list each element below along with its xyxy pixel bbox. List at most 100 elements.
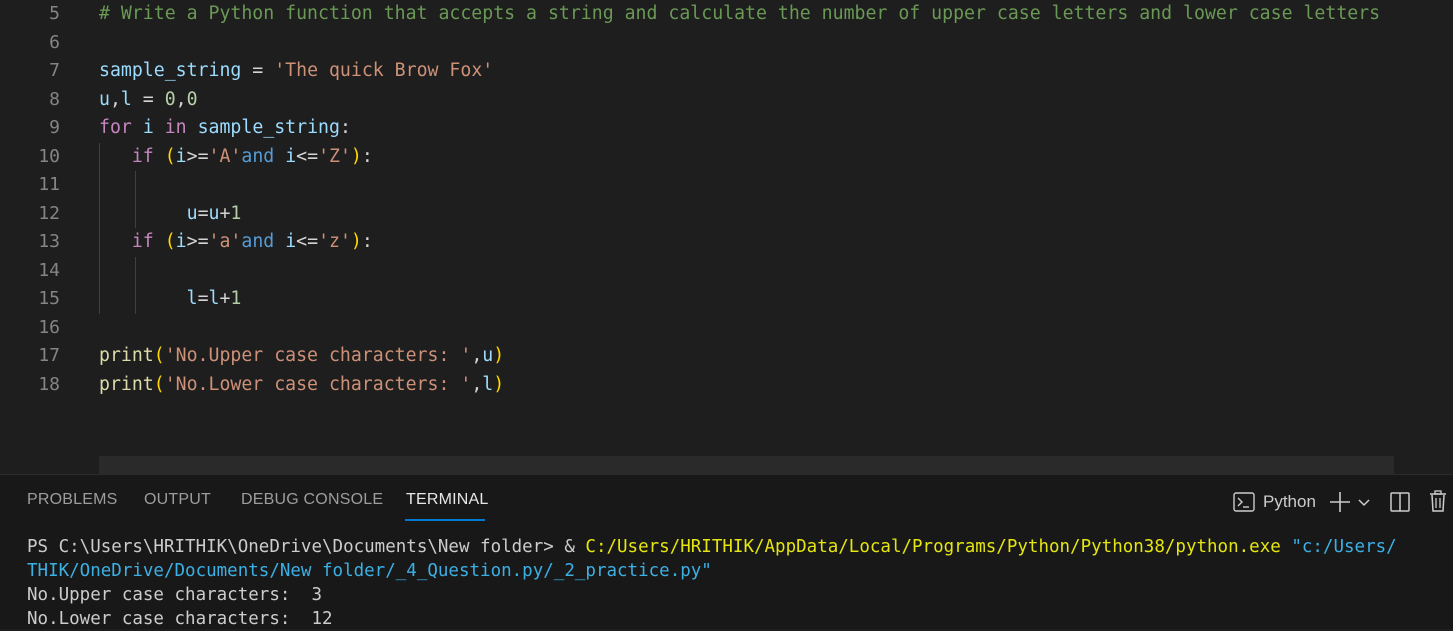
code-token: l	[482, 373, 494, 395]
terminal-python-icon	[1233, 492, 1255, 512]
line-number: 16	[38, 316, 60, 338]
terminal-text: PS C:\Users\HRITHIK\OneDrive\Documents\N…	[27, 537, 586, 557]
tab-output[interactable]: OUTPUT	[144, 491, 211, 509]
line-number: 10	[38, 145, 60, 167]
code-token: =	[197, 202, 209, 224]
tab-problems[interactable]: PROBLEMS	[27, 491, 118, 509]
code-token: i	[175, 145, 187, 167]
code-token: :	[339, 117, 351, 138]
code-text: if (i>='a'and i<='z'):	[99, 228, 373, 256]
code-line[interactable]: 17 print('No.Upper case characters: ',u)	[0, 342, 1453, 370]
chevron-down-icon[interactable]	[1358, 499, 1370, 507]
tab-terminal[interactable]: TERMINAL	[406, 491, 489, 509]
code-token: +	[219, 288, 231, 309]
terminal-profile-button[interactable]: Python	[1232, 489, 1318, 517]
code-token: )	[350, 231, 362, 252]
code-token: 'No.Upper case characters: '	[164, 345, 472, 366]
code-token: +	[219, 202, 231, 224]
code-text: # Write a Python function that accepts a…	[99, 0, 1380, 28]
code-text: if (i>='A'and i<='Z'):	[99, 143, 373, 171]
terminal-output[interactable]: PS C:\Users\HRITHIK\OneDrive\Documents\N…	[27, 535, 1453, 631]
line-number: 17	[38, 345, 60, 366]
code-token: 0	[164, 88, 176, 110]
code-token: :	[361, 145, 373, 167]
code-text: u=u+1	[99, 200, 242, 228]
code-token: 1	[230, 202, 242, 224]
terminal-text: No.Lower case characters: 12	[27, 609, 333, 629]
code-token: l	[208, 288, 220, 309]
code-line[interactable]: 14	[0, 257, 1453, 285]
code-line[interactable]: 10 if (i>='A'and i<='Z'):	[0, 143, 1453, 171]
code-token: 1	[230, 288, 242, 309]
code-token: )	[350, 145, 362, 167]
code-token: :	[361, 231, 373, 252]
code-token: =	[131, 88, 165, 110]
code-line[interactable]: 5 # Write a Python function that accepts …	[0, 0, 1453, 28]
tab-debug-console[interactable]: DEBUG CONSOLE	[241, 491, 383, 509]
kill-terminal-icon[interactable]	[1429, 490, 1447, 512]
code-token: (	[153, 373, 165, 395]
code-token: in	[164, 117, 187, 138]
code-line[interactable]: 9 for i in sample_string:	[0, 114, 1453, 142]
terminal-profile-label: Python	[1263, 492, 1316, 511]
line-number: 11	[38, 174, 60, 195]
code-token: sample_string	[99, 60, 242, 81]
terminal-text: "c:/Users/	[1280, 537, 1397, 557]
code-line[interactable]: 13 if (i>='a'and i<='z'):	[0, 228, 1453, 256]
line-number: 15	[38, 288, 60, 309]
code-token: ,	[471, 373, 483, 395]
code-token: if	[131, 231, 154, 252]
code-line[interactable]: 15 l=l+1	[0, 285, 1453, 313]
code-token: u	[208, 202, 220, 224]
line-number: 13	[38, 231, 60, 252]
add-terminal-icon[interactable]	[1329, 491, 1351, 513]
code-token: i	[142, 117, 154, 138]
terminal-line: No.Upper case characters: 3	[27, 583, 1453, 607]
code-line[interactable]: 18 print('No.Lower case characters: ',l)	[0, 371, 1453, 399]
code-token: l	[186, 288, 198, 309]
code-token: 'A'	[208, 145, 242, 167]
terminal-line: PS C:\Users\HRITHIK\OneDrive\Documents\N…	[27, 535, 1453, 559]
code-token: >=	[186, 145, 209, 167]
code-line[interactable]: 11	[0, 171, 1453, 199]
terminal-line: No.Lower case characters: 12	[27, 607, 1453, 631]
bottom-panel: PROBLEMS OUTPUT DEBUG CONSOLE TERMINAL P…	[0, 474, 1453, 629]
code-token: i	[285, 145, 297, 167]
terminal-text: No.Upper case characters: 3	[27, 585, 323, 605]
code-line[interactable]: 7 sample_string = 'The quick Brow Fox'	[0, 57, 1453, 85]
code-token: )	[493, 345, 505, 366]
code-text: print('No.Lower case characters: ',l)	[99, 371, 504, 399]
line-number: 8	[49, 88, 60, 110]
code-token: (	[164, 145, 176, 167]
code-token: u	[186, 202, 198, 224]
code-line[interactable]: 16	[0, 314, 1453, 342]
code-token: ,	[109, 88, 121, 110]
horizontal-scrollbar[interactable]	[99, 456, 1394, 474]
panel-tab-bar: PROBLEMS OUTPUT DEBUG CONSOLE TERMINAL P…	[0, 475, 1453, 529]
line-number: 6	[49, 31, 60, 53]
code-editor[interactable]: 5 # Write a Python function that accepts …	[0, 0, 1453, 474]
code-line[interactable]: 8 u,l = 0,0	[0, 86, 1453, 114]
code-line[interactable]: 6	[0, 29, 1453, 57]
code-token: =	[241, 60, 275, 81]
code-token: 'Z'	[318, 145, 351, 167]
split-terminal-icon[interactable]	[1390, 492, 1410, 512]
code-token: (	[153, 345, 165, 366]
indent-guide	[135, 171, 136, 228]
code-token: print	[99, 345, 154, 366]
code-token: and	[241, 145, 275, 167]
code-line[interactable]: 12 u=u+1	[0, 200, 1453, 228]
code-text: l=l+1	[99, 285, 242, 313]
line-number: 9	[49, 117, 60, 138]
code-token: 'z'	[318, 231, 351, 252]
code-token: =	[197, 288, 209, 309]
code-token: ,	[471, 345, 483, 366]
code-token: >=	[186, 231, 209, 252]
